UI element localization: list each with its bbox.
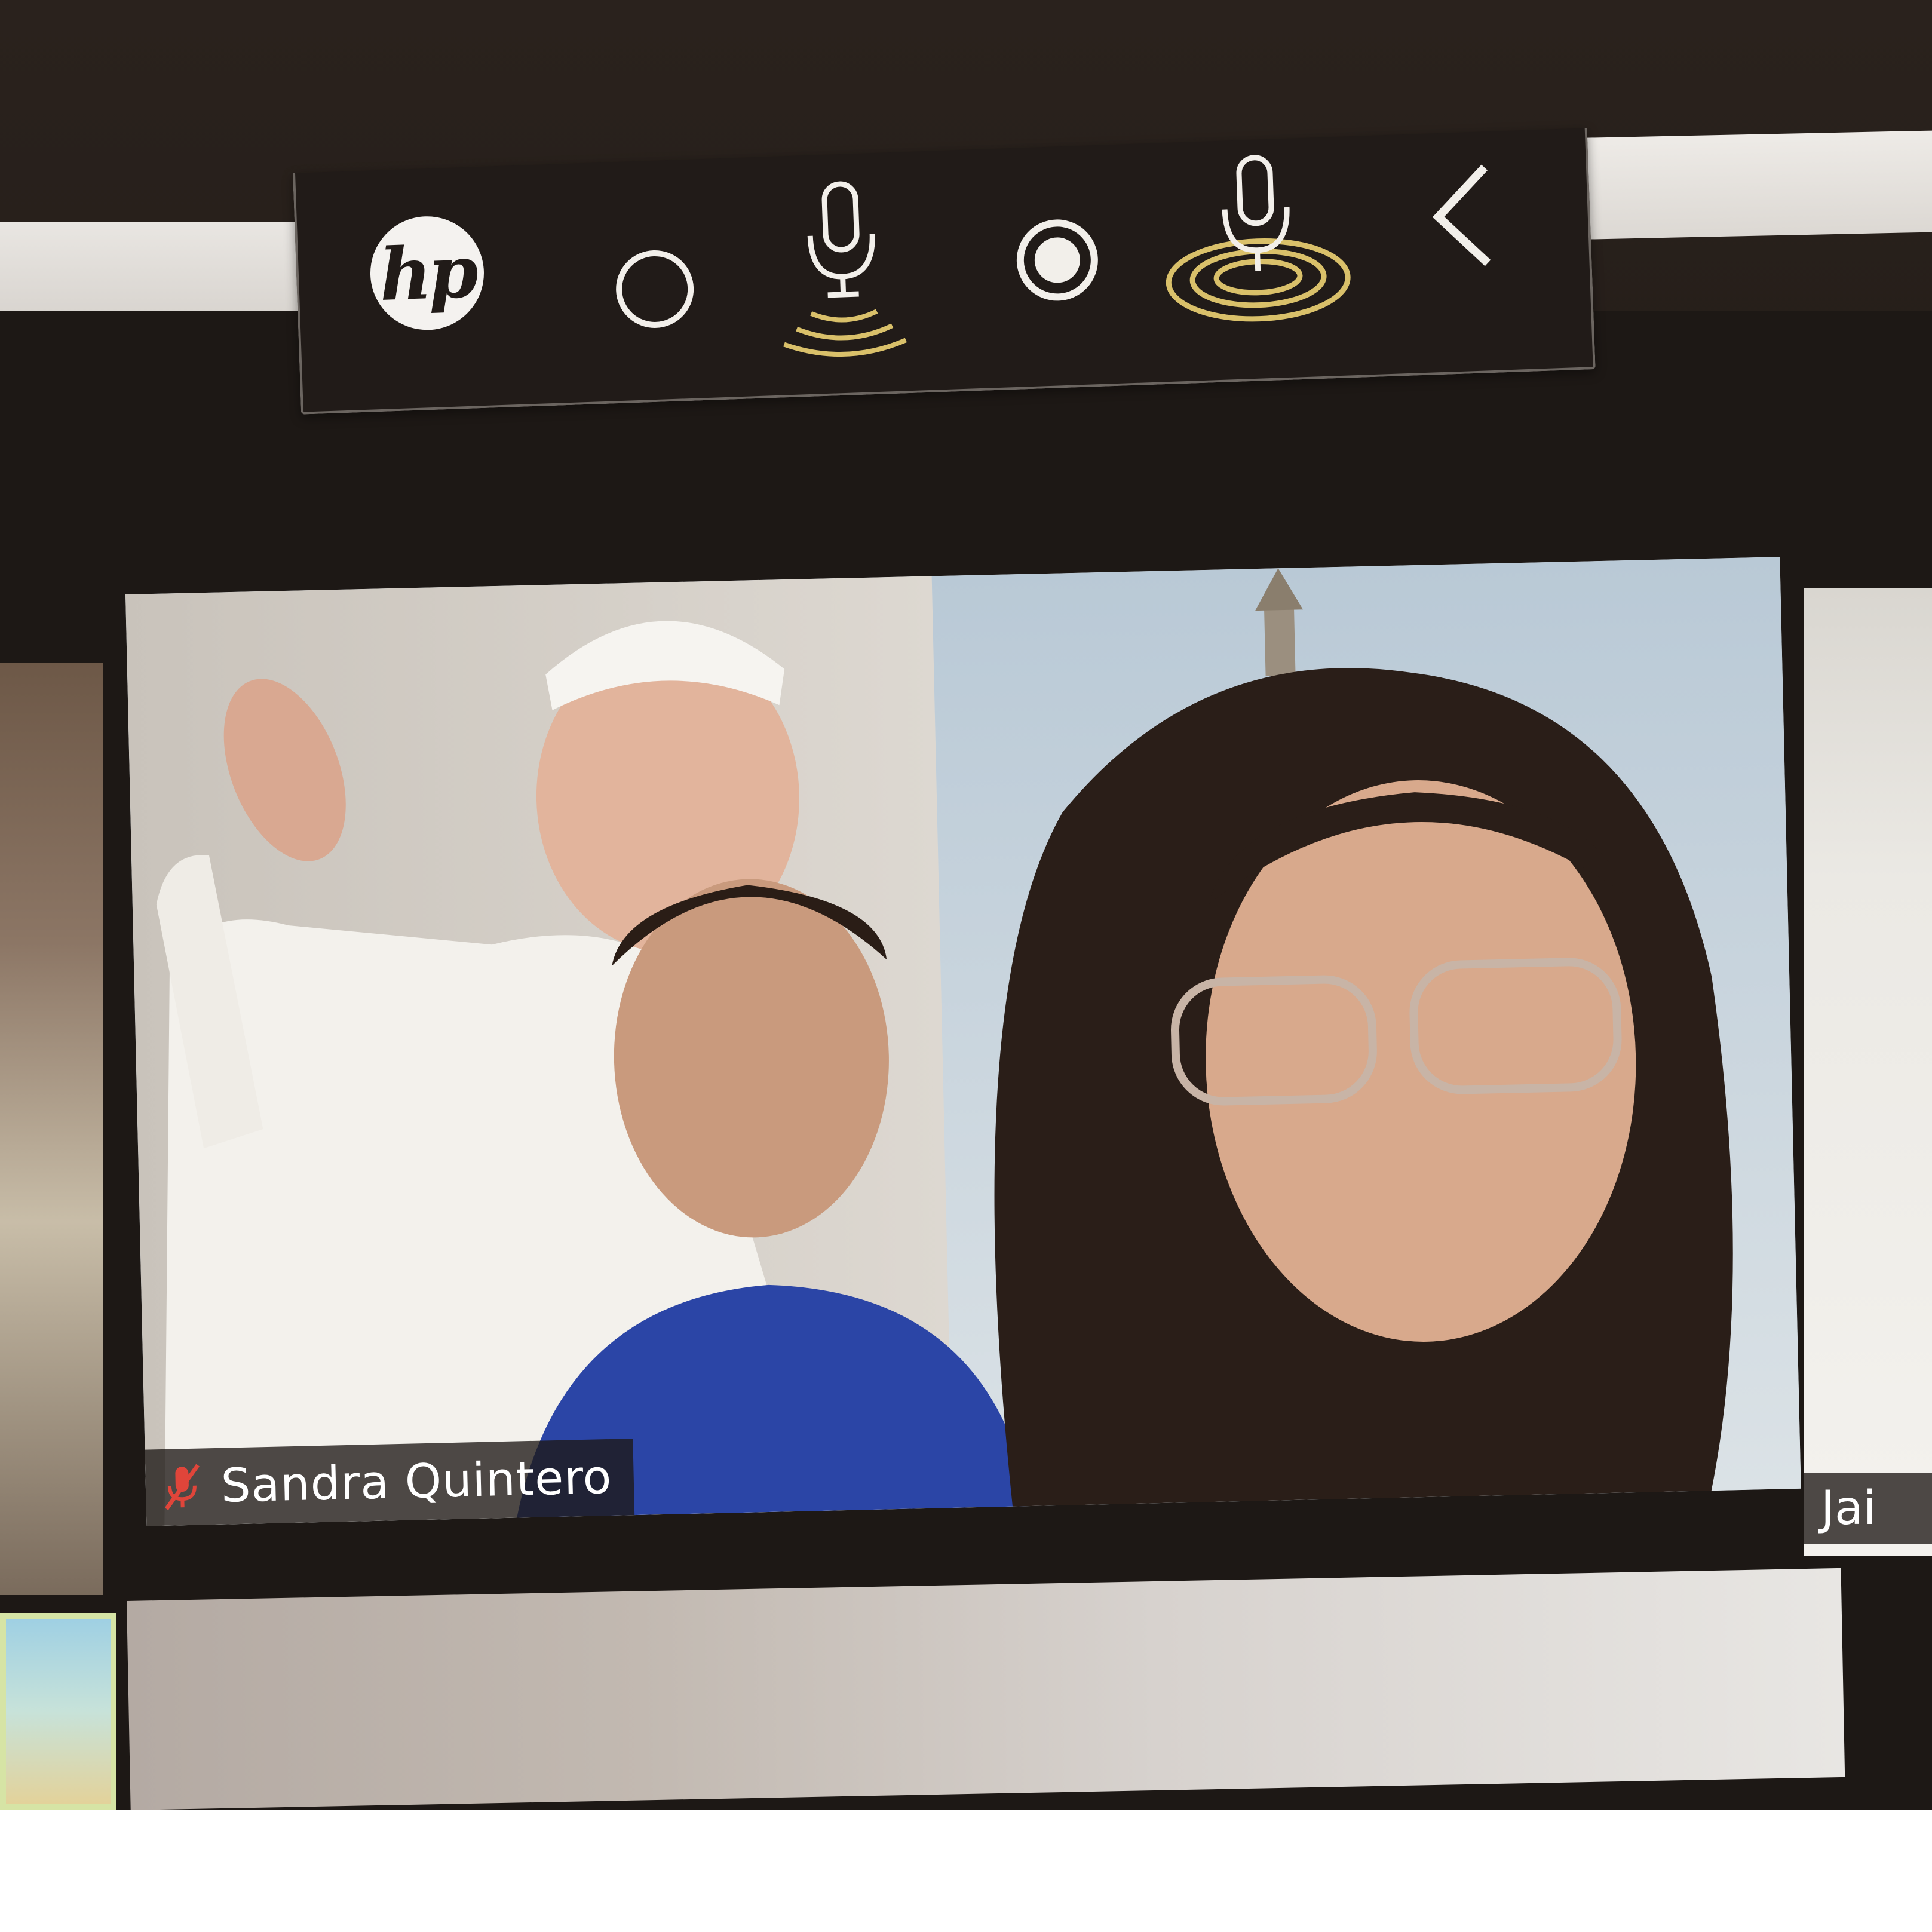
record-off-icon[interactable] (609, 243, 701, 335)
participant-tile-bottom-left[interactable] (0, 1613, 116, 1810)
microphone-active-icon[interactable] (1155, 148, 1358, 334)
screen-edge-left (0, 222, 299, 312)
participant-name-label: Sandra Quintero (145, 1439, 634, 1526)
participant-name-label-right: Jai (1804, 1473, 1932, 1544)
screen-edge-right (1565, 130, 1932, 240)
photo-of-laptop-screen: hp Sandra Quintero Jai (0, 0, 1932, 1932)
hp-logo-text: hp (378, 229, 476, 317)
hp-logo-icon: hp (368, 214, 486, 332)
participant-video (125, 557, 1801, 1526)
chevron-left-icon[interactable] (1418, 155, 1506, 277)
participant-tile-bottom[interactable] (127, 1568, 1845, 1810)
participant-tile-left[interactable] (0, 663, 103, 1595)
photo-border (0, 1810, 1932, 1932)
hp-control-bar: hp (293, 128, 1596, 415)
record-on-icon[interactable] (1008, 211, 1106, 309)
microphone-icon[interactable] (762, 176, 923, 360)
mic-muted-icon (164, 1464, 200, 1510)
participant-name: Sandra Quintero (220, 1450, 613, 1513)
participant-tile-right[interactable]: Jai (1804, 588, 1932, 1556)
participant-name-right: Jai (1821, 1482, 1876, 1535)
participant-tile-main[interactable]: Sandra Quintero (125, 557, 1801, 1526)
